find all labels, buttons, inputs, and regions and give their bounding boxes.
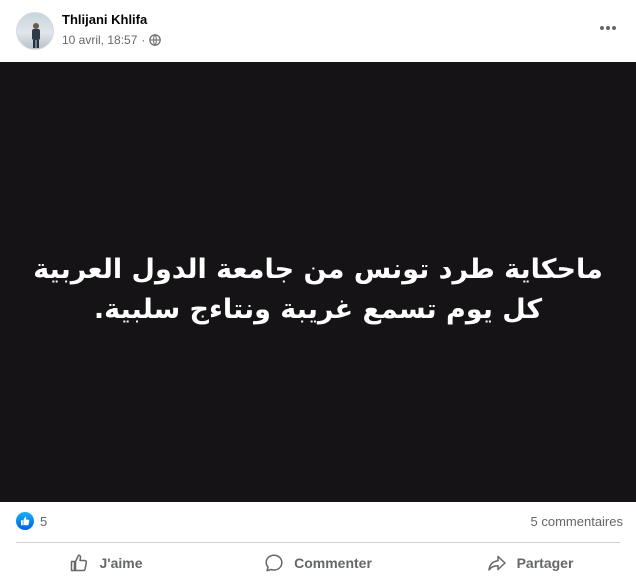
post-meta-separator: ·: [141, 33, 146, 47]
thumbs-up-icon: [71, 554, 88, 572]
post-timestamp[interactable]: 10 avril, 18:57: [62, 33, 137, 47]
post-stats: 5 5 commentaires: [0, 508, 636, 536]
like-button[interactable]: J'aime: [0, 544, 212, 582]
actions-divider: [16, 542, 620, 543]
globe-icon[interactable]: [149, 34, 162, 46]
post-image[interactable]: ماحكاية طرد تونس من جامعة الدول العربية …: [0, 62, 636, 502]
post-card: Thlijani Khlifa 10 avril, 18:57 · ماحكاي…: [0, 0, 636, 586]
author-avatar[interactable]: [16, 12, 54, 50]
post-meta: 10 avril, 18:57 ·: [62, 33, 162, 47]
comment-button[interactable]: Commenter: [212, 544, 424, 582]
post-header: Thlijani Khlifa 10 avril, 18:57 ·: [0, 0, 636, 62]
post-actions: J'aime Commenter Partager: [0, 544, 636, 582]
like-button-label: J'aime: [99, 555, 143, 571]
share-button-label: Partager: [516, 555, 574, 571]
share-arrow-icon: [487, 555, 506, 571]
like-reaction-icon: [16, 512, 34, 530]
author-name[interactable]: Thlijani Khlifa: [62, 12, 147, 27]
comment-button-label: Commenter: [294, 555, 372, 571]
reactions-summary[interactable]: 5: [16, 512, 47, 530]
comments-count[interactable]: 5 commentaires: [531, 514, 623, 529]
comment-bubble-icon: [265, 554, 283, 572]
avatar-person-icon: [32, 23, 40, 48]
reactions-count: 5: [40, 513, 48, 529]
post-image-text: ماحكاية طرد تونس من جامعة الدول العربية …: [33, 254, 603, 325]
more-options-icon[interactable]: [598, 20, 618, 36]
share-button[interactable]: Partager: [424, 544, 636, 582]
